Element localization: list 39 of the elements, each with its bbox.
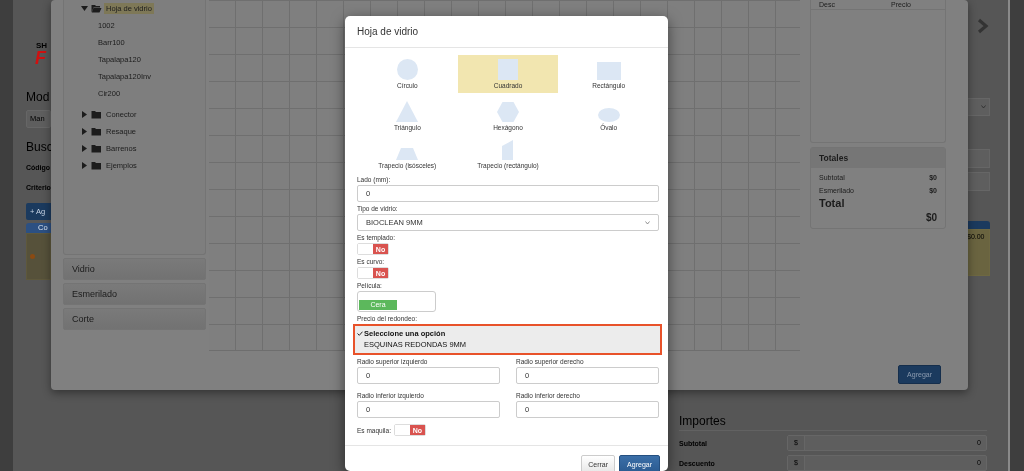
caret-right-icon[interactable] [82, 111, 87, 118]
section-heading: Mod [26, 90, 51, 104]
hexagon-icon [497, 102, 519, 122]
section-heading: Busc [26, 140, 51, 154]
folder-icon [91, 127, 102, 136]
logo-mark: F [35, 50, 48, 66]
rectangle-icon [596, 62, 621, 80]
circle-icon [396, 59, 418, 80]
folder-icon [91, 144, 102, 153]
accordion-header[interactable]: Vidrio [63, 258, 206, 280]
input-field[interactable] [966, 149, 990, 168]
trapezoid-icon [396, 148, 419, 160]
square-icon [498, 59, 518, 80]
dialog-title: Hoja de vidrio [357, 26, 419, 37]
trapezoid-icon [502, 140, 514, 160]
total-value: $0 [924, 211, 938, 223]
chevron-right-icon [977, 18, 989, 34]
oval-icon [597, 108, 620, 122]
caret-icon [981, 105, 986, 109]
accordion-header[interactable]: Corte [63, 308, 206, 330]
caret-right-icon[interactable] [82, 162, 87, 169]
caret-right-icon[interactable] [82, 145, 87, 152]
status-dot [30, 254, 35, 259]
input-field[interactable] [966, 172, 990, 191]
caret-icon [645, 220, 650, 225]
accordion-header[interactable]: Esmerilado [63, 283, 206, 305]
open-folder-icon [91, 4, 102, 13]
caret-right-icon[interactable] [82, 128, 87, 135]
caret-down-icon[interactable] [81, 6, 88, 11]
triangle-icon [396, 101, 419, 122]
section-heading: Importes [679, 414, 987, 431]
folder-icon [91, 161, 102, 170]
select-field[interactable] [966, 98, 990, 116]
panel-title: Totales [811, 148, 945, 168]
check-icon [356, 331, 363, 336]
total-label: Total [818, 196, 846, 209]
logo-text: SH [36, 41, 49, 50]
button[interactable] [966, 221, 990, 229]
folder-icon [91, 110, 102, 119]
